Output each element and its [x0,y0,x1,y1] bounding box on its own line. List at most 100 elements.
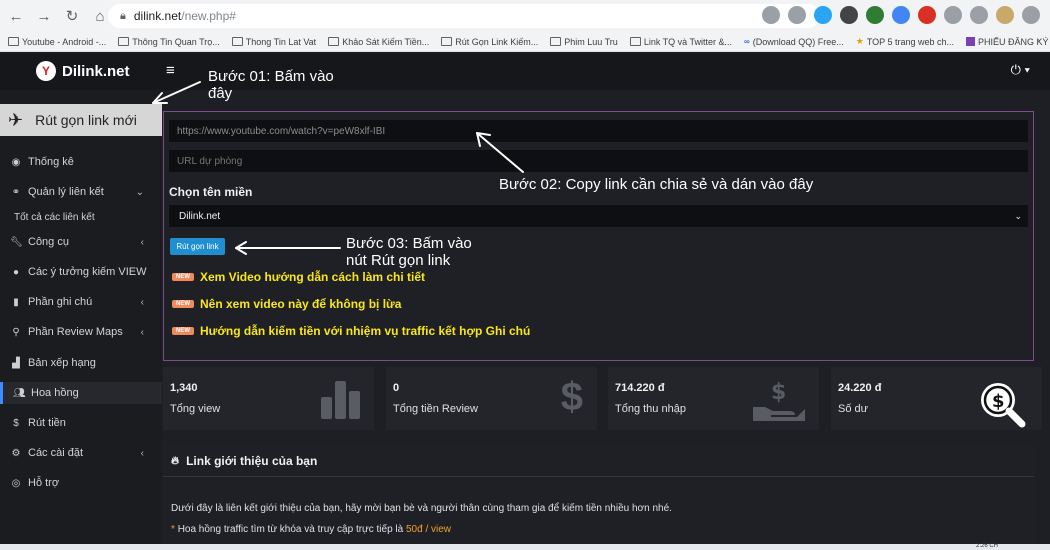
sidebar-item-statistics[interactable]: ◉ Thống kê [0,151,162,173]
extension-icon[interactable] [866,6,884,24]
sidebar-item-commission[interactable]: 👥︎ Hoa hồng [0,382,162,404]
extension-icon[interactable] [892,6,910,24]
stat-value: 0 [393,382,400,394]
stat-label: Số dư [838,403,868,415]
new-badge: NEW [172,273,194,281]
bookmarks-bar: Youtube - Android -... Thông Tin Quan Tr… [0,32,1050,52]
hamburger-menu-icon[interactable]: ≡ [166,62,175,79]
bookmark-item[interactable]: Youtube - Android -... [8,37,106,47]
referral-commission-note: * Hoa hồng traffic tìm từ khóa và truy c… [171,524,452,535]
extension-icon[interactable] [840,6,858,24]
stat-card-total-review: 0 Tổng tiền Review $ [386,367,597,430]
dashboard-icon: ◉ [11,156,21,168]
dollar-icon: $ [13,417,19,429]
bookmark-item[interactable]: Rút Gọn Link Kiếm... [441,37,538,47]
sidebar-item-view-ideas[interactable]: ● Các ý tưởng kiếm VIEW [0,261,162,283]
promo-link-tutorial[interactable]: NEW Xem Video hướng dẫn cách làm chi tiế… [172,270,425,284]
chevron-left-icon: ‹ [140,326,144,338]
url-host: dilink.net [133,9,182,23]
sidebar-panel-icon[interactable] [970,6,988,24]
folder-icon [8,37,19,46]
annotation-step-2: Bước 02: Copy link cần chia sẻ và dán và… [499,176,814,193]
folder-icon [118,37,130,46]
shorten-form-panel: Chọn tên miền Dilink.net ⌄ Rút gọn link … [163,111,1034,361]
sidebar-item-ranking[interactable]: ▟ Bản xếp hạng [0,352,162,374]
reload-icon[interactable]: ↻ [60,4,84,28]
back-arrow-icon[interactable]: ← [4,4,28,28]
chevron-down-icon: ⌄ [1014,210,1022,221]
domain-label: Chọn tên miền [169,185,253,199]
url-path: /new.php# [181,9,236,23]
chevron-left-icon: ‹ [140,296,144,308]
domain-select[interactable]: Dilink.net ⌄ [169,205,1028,227]
brand-name: Dilink.net [62,62,130,80]
new-badge: NEW [172,327,194,335]
share-icon[interactable] [762,6,780,24]
site-favicon-icon: ★ [855,36,864,46]
wrench-icon: 🔧︎ [10,236,23,248]
stat-label: Tổng thu nhập [615,403,686,415]
chevron-left-icon: ‹ [140,236,144,248]
support-icon: ◎ [11,477,21,489]
folder-icon [328,37,340,46]
annotation-step-1: Bước 01: Bấm vào đây [208,68,334,102]
power-icon[interactable]: ⏻ ▾ [1011,62,1030,78]
forward-arrow-icon[interactable]: → [32,4,56,28]
promo-link-traffic-task[interactable]: NEW Hướng dẫn kiếm tiền với nhiệm vụ tra… [172,324,530,338]
chevron-down-icon: ⌄ [135,186,144,198]
referral-panel: 🔥︎ Link giới thiệu của bạn Dưới đây là l… [163,443,1034,550]
long-url-input[interactable] [169,120,1028,142]
stat-value: 24.220 đ [838,382,882,394]
taskbar-clock: 2:26 CH [975,543,998,549]
new-short-link-label: Rút gọn link mới [35,112,137,128]
fire-icon: 🔥︎ [171,454,180,467]
profile-avatar-icon[interactable] [996,6,1014,24]
chevron-left-icon: ‹ [140,447,144,459]
folder-icon [629,37,641,46]
referral-description: Dưới đây là liên kết giới thiệu của bạn,… [171,503,672,514]
bookmarks-more-icon[interactable]: › [1037,35,1040,46]
bookmark-item[interactable]: Thông Tin Quan Trọ... [118,37,220,47]
sidebar-item-tools[interactable]: 🔧︎ Công cụ ‹ [0,231,162,253]
menu-dots-icon[interactable] [1022,6,1040,24]
brand-logo[interactable]: Y Dilink.net [36,61,130,81]
stat-value: 1,340 [170,382,198,394]
sidebar-item-link-management[interactable]: ⚭ Quản lý liên kết ⌄ [0,181,162,203]
promo-link-scam-warning[interactable]: NEW Nên xem video này để không bị lừa [172,297,401,311]
folder-icon [231,37,243,46]
bookmark-item[interactable]: ★ TOP 5 trang web ch... [856,36,954,47]
taskbar [0,544,1050,550]
bookmark-item[interactable]: Phim Luu Tru [550,37,618,47]
extension-icon[interactable] [918,6,936,24]
sidebar-item-all-links[interactable]: Tốt cả các liên kết [0,206,162,228]
sidebar-item-settings[interactable]: ⚙ Các cài đặt ‹ [0,442,162,464]
folder-icon [550,37,562,46]
domain-selected-value: Dilink.net [179,210,221,222]
browser-toolbar: ← → ↻ ⌂ 🔒︎ dilink.net/new.php# [0,0,1050,32]
bookmark-item[interactable]: Thong Tin Lat Vat [231,37,316,47]
lock-icon: 🔒︎ [120,9,126,22]
link-icon: ⚭ [11,186,21,198]
puzzle-icon[interactable] [944,6,962,24]
star-icon[interactable] [788,6,806,24]
ranking-icon: ▟ [12,357,20,369]
sidebar-item-support[interactable]: ◎ Hỗ trợ [0,472,162,494]
divider [163,476,1034,477]
sidebar-item-notes[interactable]: ▮ Phần ghi chú ‹ [0,291,162,313]
new-short-link-button[interactable]: ✈ Rút gọn link mới [0,104,162,136]
stat-label: Tổng view [170,403,221,415]
svg-text:$: $ [771,380,786,405]
money-search-icon: $ [981,383,1026,428]
bookmark-item[interactable]: ∞ (Download QQ) Free... [744,37,844,47]
stat-value: 714.220 đ [615,382,665,394]
bookmark-item[interactable]: Khảo Sát Kiếm Tiền... [328,37,429,47]
extension-icon[interactable] [814,6,832,24]
sidebar-item-review-maps[interactable]: ⚲ Phần Review Maps ‹ [0,321,162,343]
backup-url-input[interactable] [169,150,1028,172]
logo-icon: Y [36,61,56,81]
map-pin-icon: ⚲ [12,326,20,338]
sidebar-item-withdraw[interactable]: $ Rút tiền [0,412,162,434]
bookmark-item[interactable]: Link TQ và Twitter &... [629,37,732,47]
address-bar[interactable]: 🔒︎ dilink.net/new.php# [108,4,820,28]
shorten-link-button[interactable]: Rút gọn link [170,238,225,255]
